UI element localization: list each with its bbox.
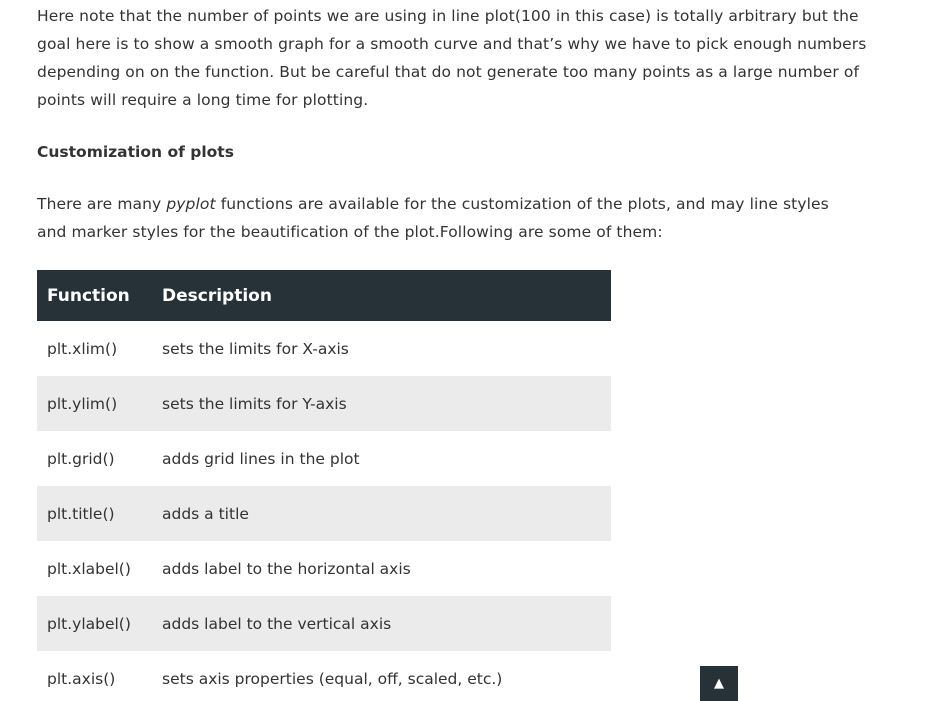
table-row: plt.xlim() sets the limits for X-axis xyxy=(37,321,611,376)
arrow-up-icon: ▲ xyxy=(714,676,724,691)
function-cell: plt.xlim() xyxy=(47,339,118,358)
table-row: plt.ylabel() adds label to the vertical … xyxy=(37,596,611,651)
table-row: plt.ylim() sets the limits for Y-axis xyxy=(37,376,611,431)
column-header-description: Description xyxy=(147,270,611,321)
function-cell: plt.ylim() xyxy=(37,376,147,431)
description-cell: sets the limits for Y-axis xyxy=(147,376,611,431)
section-heading: Customization of plots xyxy=(37,143,234,161)
table-row: plt.title() adds a title xyxy=(37,486,611,541)
functions-table: Function Description plt.xlim() sets the… xyxy=(37,270,611,701)
table-header-row: Function Description xyxy=(37,270,611,321)
column-header-function: Function xyxy=(37,270,147,321)
table-row: plt.xlabel() adds label to the horizonta… xyxy=(37,541,611,596)
table-row: plt.grid() adds grid lines in the plot xyxy=(37,431,611,486)
description-cell: adds label to the vertical axis xyxy=(147,596,611,651)
function-cell: plt.title() xyxy=(37,486,147,541)
function-cell: plt.grid() xyxy=(47,449,115,468)
description-cell: adds a title xyxy=(147,486,611,541)
function-cell: plt.xlabel() xyxy=(47,559,131,578)
table-row: plt.axis() sets axis properties (equal, … xyxy=(37,651,611,701)
customization-paragraph: There are many pyplot functions are avai… xyxy=(37,190,857,246)
function-cell: plt.axis() xyxy=(47,669,116,688)
description-cell: adds grid lines in the plot xyxy=(162,449,360,468)
description-cell: sets axis properties (equal, off, scaled… xyxy=(162,669,503,688)
description-cell: adds label to the horizontal axis xyxy=(162,559,411,578)
intro-paragraph: Here note that the number of points we a… xyxy=(37,7,867,109)
description-cell: sets the limits for X-axis xyxy=(162,339,349,358)
function-cell: plt.ylabel() xyxy=(37,596,147,651)
pyplot-emphasis: pyplot xyxy=(166,195,216,213)
scroll-to-top-button[interactable]: ▲ xyxy=(700,666,738,701)
paragraph-text-start: There are many xyxy=(37,195,167,213)
